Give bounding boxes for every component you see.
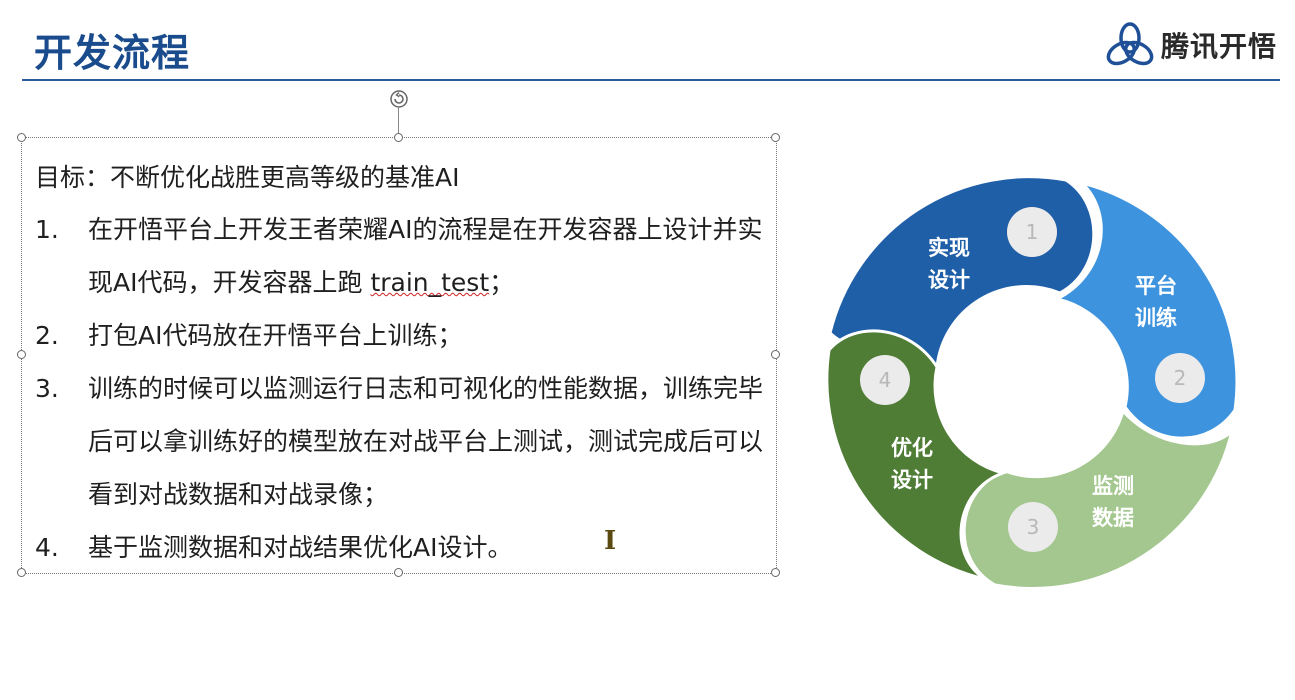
text-cursor-icon: I (604, 526, 617, 556)
brand-name: 腾讯开悟 (1160, 30, 1277, 63)
segment-3-label-line1: 监测 (1092, 474, 1134, 498)
list-text: 打包AI代码放在开悟平台上训练； (88, 321, 463, 350)
rotate-handle-icon[interactable] (387, 87, 411, 111)
brand-logo: 腾讯开悟 (1105, 20, 1277, 70)
segment-4-label-line1: 优化 (891, 436, 933, 460)
segment-3-label-line2: 数据 (1092, 506, 1134, 530)
resize-handle-top[interactable] (394, 133, 403, 142)
misspelled-word: train_test (370, 268, 490, 297)
step-number-2: 2 (1174, 366, 1187, 390)
resize-handle-top-left[interactable] (17, 133, 26, 142)
segment-2-label-line2: 训练 (1135, 306, 1177, 330)
resize-handle-top-right[interactable] (771, 133, 780, 142)
list-number: 3. (35, 374, 59, 403)
segment-2-label-line1: 平台 (1135, 274, 1177, 298)
segment-1-label-line1: 实现 (928, 236, 970, 260)
process-cycle-diagram: 1 2 3 4 实现 设计 平台 训练 监测 数据 优化 设计 (825, 175, 1239, 590)
list-number: 4. (35, 533, 59, 562)
title-divider (22, 79, 1280, 81)
segment-4-label-line2: 设计 (891, 468, 933, 492)
goal-line: 目标：不断优化战胜更高等级的基准AI (35, 163, 460, 192)
list-text: 在开悟平台上开发王者荣耀AI的流程是在开发容器上设计并实现AI代码，开发容器上跑… (88, 215, 763, 297)
step-number-1: 1 (1026, 220, 1039, 244)
resize-handle-bottom-left[interactable] (17, 568, 26, 577)
list-number: 1. (35, 215, 59, 244)
slide-title: 开发流程 (34, 31, 191, 75)
segment-1-label-line2: 设计 (928, 268, 970, 292)
step-number-3: 3 (1027, 515, 1040, 539)
list-text: 基于监测数据和对战结果优化AI设计。 (88, 533, 513, 562)
rotate-connector (398, 108, 399, 136)
resize-handle-left[interactable] (17, 350, 26, 359)
step-number-4: 4 (879, 368, 892, 392)
list-number: 2. (35, 321, 59, 350)
tencent-kaiwu-logo-icon (1106, 22, 1154, 66)
list-text: 训练的时候可以监测运行日志和可视化的性能数据，训练完毕后可以拿训练好的模型放在对… (88, 374, 764, 509)
